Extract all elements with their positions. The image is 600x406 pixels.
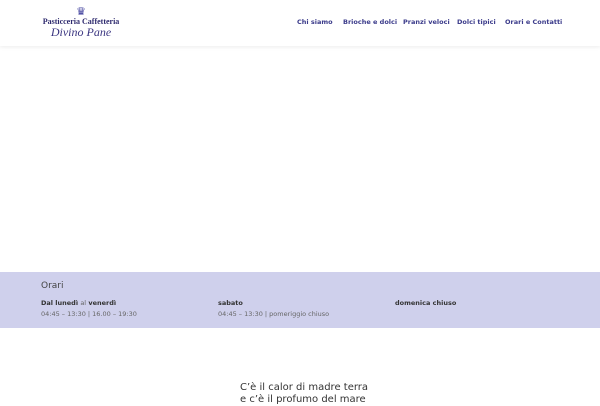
- logo-line2: Divino Pane: [50, 25, 112, 39]
- weekday-label: Dal lunedì al venerdì: [41, 299, 116, 307]
- site-header: ♛ Pasticceria Caffetteria Divino Pane Ch…: [0, 0, 600, 46]
- quote-line2: e c’è il profumo del mare: [240, 394, 366, 405]
- orari-title: Orari: [41, 281, 64, 291]
- weekday-to: venerdì: [88, 299, 117, 307]
- nav-orari-e-contatti[interactable]: Orari e Contatti: [505, 18, 562, 26]
- quote: C’è il calor di madre terra e c’è il pro…: [240, 382, 368, 406]
- saturday-label: sabato: [218, 299, 243, 307]
- nav-pranzi-veloci[interactable]: Pranzi veloci: [403, 18, 450, 26]
- weekday-from: Dal lunedì: [41, 299, 79, 307]
- weekday-sep: al: [80, 299, 87, 307]
- crown-icon: ♛: [76, 5, 86, 18]
- weekday-hours: 04:45 – 13:30 | 16.00 – 19:30: [41, 310, 137, 318]
- quote-line1: C’è il calor di madre terra: [240, 382, 369, 393]
- nav-dolci-tipici[interactable]: Dolci tipici: [457, 18, 496, 26]
- nav-chi-siamo[interactable]: Chi siamo: [297, 18, 333, 26]
- nav-brioche-e-dolci[interactable]: Brioche e dolci: [343, 18, 397, 26]
- logo[interactable]: ♛ Pasticceria Caffetteria Divino Pane: [41, 6, 121, 42]
- sunday-label: domenica chiuso: [395, 299, 457, 307]
- saturday-hours: 04:45 – 13:30 | pomeriggio chiuso: [218, 310, 330, 318]
- orari-section: Orari Dal lunedì al venerdì 04:45 – 13:3…: [0, 272, 600, 328]
